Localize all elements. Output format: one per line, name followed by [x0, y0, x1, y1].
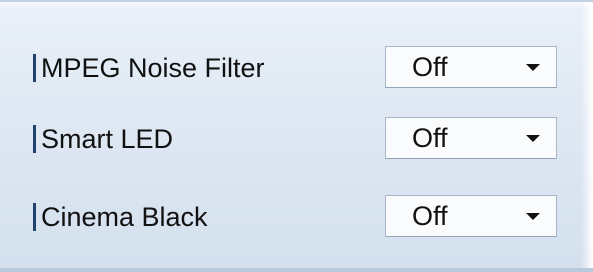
chevron-down-icon[interactable] [526, 213, 540, 220]
cinema-black-dropdown[interactable]: Off [385, 195, 557, 237]
setting-row-cinema-black: Cinema Black Off [0, 195, 593, 239]
setting-row-mpeg-noise-filter: MPEG Noise Filter Off [0, 46, 593, 90]
setting-label: MPEG Noise Filter [41, 53, 265, 83]
setting-row-smart-led: Smart LED Off [0, 117, 593, 161]
setting-label: Smart LED [41, 124, 174, 154]
smart-led-dropdown[interactable]: Off [385, 117, 557, 159]
dropdown-selected-value: Off [412, 52, 448, 82]
panel-right-edge [581, 2, 593, 268]
chevron-down-icon[interactable] [526, 135, 540, 142]
vertical-bar-icon [33, 203, 36, 231]
vertical-bar-icon [33, 54, 36, 82]
mpeg-noise-filter-dropdown[interactable]: Off [385, 46, 557, 88]
setting-label: Cinema Black [41, 202, 208, 232]
vertical-bar-icon [33, 125, 36, 153]
chevron-down-icon[interactable] [526, 64, 540, 71]
dropdown-selected-value: Off [412, 201, 448, 231]
dropdown-selected-value: Off [412, 123, 448, 153]
settings-panel: MPEG Noise Filter Off Smart LED Off Cine… [0, 0, 593, 272]
